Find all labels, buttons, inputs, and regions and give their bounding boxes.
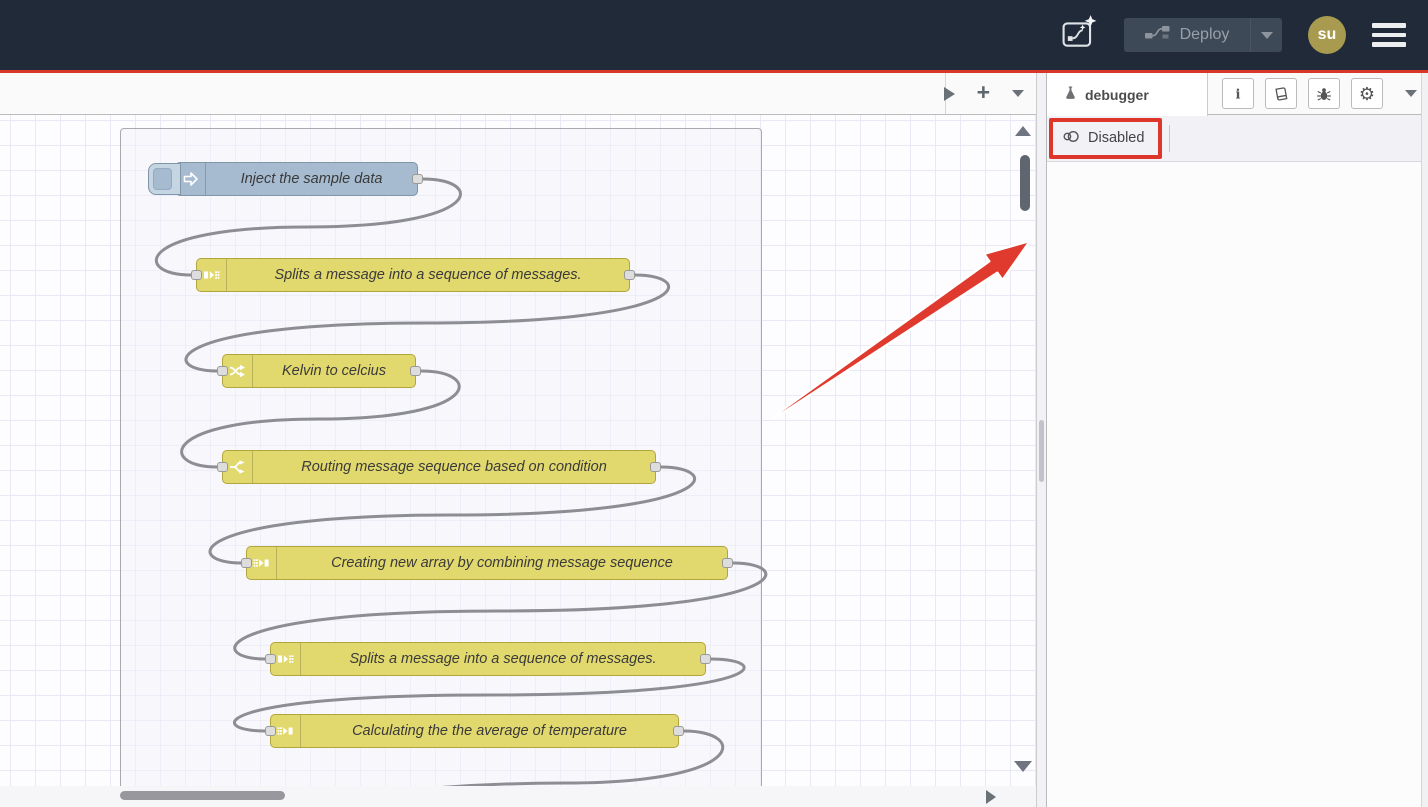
debug-toolbar: Disabled [1047,115,1428,162]
browser-scrollbar-track[interactable] [1421,73,1428,807]
node-label: Creating new array by combining message … [277,547,727,579]
node-port-out[interactable] [412,174,423,184]
node-port-in[interactable] [241,558,252,568]
flow-node-change[interactable]: Kelvin to celcius [222,354,416,388]
workspace: + Inject the sample data Splits a message… [0,73,1036,807]
bug-icon[interactable] [1308,78,1340,109]
disabled-label: Disabled [1088,130,1144,146]
flow-ai-icon[interactable] [1062,15,1098,56]
node-port-out[interactable] [650,462,661,472]
node-port-out[interactable] [722,558,733,568]
flow-node-join[interactable]: Creating new array by combining message … [246,546,728,580]
flow-canvas[interactable]: Inject the sample data Splits a message i… [0,115,1036,786]
chevron-down-icon[interactable] [1012,90,1024,97]
node-port-in[interactable] [265,654,276,664]
deploy-icon [1145,25,1170,45]
node-port-out[interactable] [410,366,421,376]
toggle-off-icon [1062,129,1080,148]
node-port-in[interactable] [191,270,202,280]
deploy-options-button[interactable] [1250,18,1282,52]
node-port-out[interactable] [700,654,711,664]
node-port-out[interactable] [624,270,635,280]
horizontal-scrollbar[interactable] [0,786,1036,807]
gear-icon[interactable]: ⚙ [1351,78,1383,109]
chevron-down-icon [1261,32,1273,39]
flow-node-switch[interactable]: Routing message sequence based on condit… [222,450,656,484]
chevron-down-icon[interactable] [1405,90,1417,97]
avatar-initials: su [1318,26,1337,44]
node-port-in[interactable] [217,366,228,376]
node-label: Splits a message into a sequence of mess… [227,259,629,291]
deploy-label: Deploy [1180,26,1230,44]
deploy-button[interactable]: Deploy [1124,18,1282,52]
node-label: Inject the sample data [206,163,417,195]
node-label: Routing message sequence based on condit… [253,451,655,483]
disabled-toggle-button[interactable]: Disabled [1062,129,1144,148]
vertical-scrollbar-thumb[interactable] [1020,155,1030,211]
splitter-grip[interactable] [1039,420,1044,482]
flow-node-split[interactable]: Splits a message into a sequence of mess… [196,258,630,292]
flow-tabbar: + [0,73,1036,115]
annotation-highlight-box: Disabled [1049,118,1162,159]
sidebar-tabbar: debugger i [1047,73,1428,115]
book-icon[interactable] [1265,78,1297,109]
tab-label: debugger [1085,87,1149,103]
node-port-in[interactable] [265,726,276,736]
app-header: Deploy su [0,0,1428,70]
scroll-down-icon[interactable] [1014,761,1032,772]
flow-node-split[interactable]: Splits a message into a sequence of mess… [270,642,706,676]
sidebar: debugger i [1047,73,1428,807]
node-port-out[interactable] [673,726,684,736]
debug-messages-panel [1047,162,1428,807]
info-icon[interactable]: i [1222,78,1254,109]
scroll-right-icon[interactable] [986,790,996,804]
horizontal-scrollbar-thumb[interactable] [120,791,285,800]
flask-icon [1063,85,1078,104]
flow-node-inject[interactable]: Inject the sample data [175,162,418,196]
user-avatar[interactable]: su [1308,16,1346,54]
menu-icon[interactable] [1372,23,1406,47]
flow-node-join[interactable]: Calculating the the average of temperatu… [270,714,679,748]
play-icon[interactable] [944,87,955,101]
node-label: Kelvin to celcius [253,355,415,387]
svg-text:i: i [1236,87,1241,102]
node-label: Splits a message into a sequence of mess… [301,643,705,675]
inject-icon [176,163,206,195]
tab-debugger[interactable]: debugger [1047,73,1208,116]
scroll-up-icon[interactable] [1015,126,1031,136]
node-label: Calculating the the average of temperatu… [301,715,678,747]
sidebar-splitter[interactable] [1036,73,1047,807]
plus-icon[interactable]: + [977,81,990,104]
node-port-in[interactable] [217,462,228,472]
toolbar-divider [1169,125,1170,152]
